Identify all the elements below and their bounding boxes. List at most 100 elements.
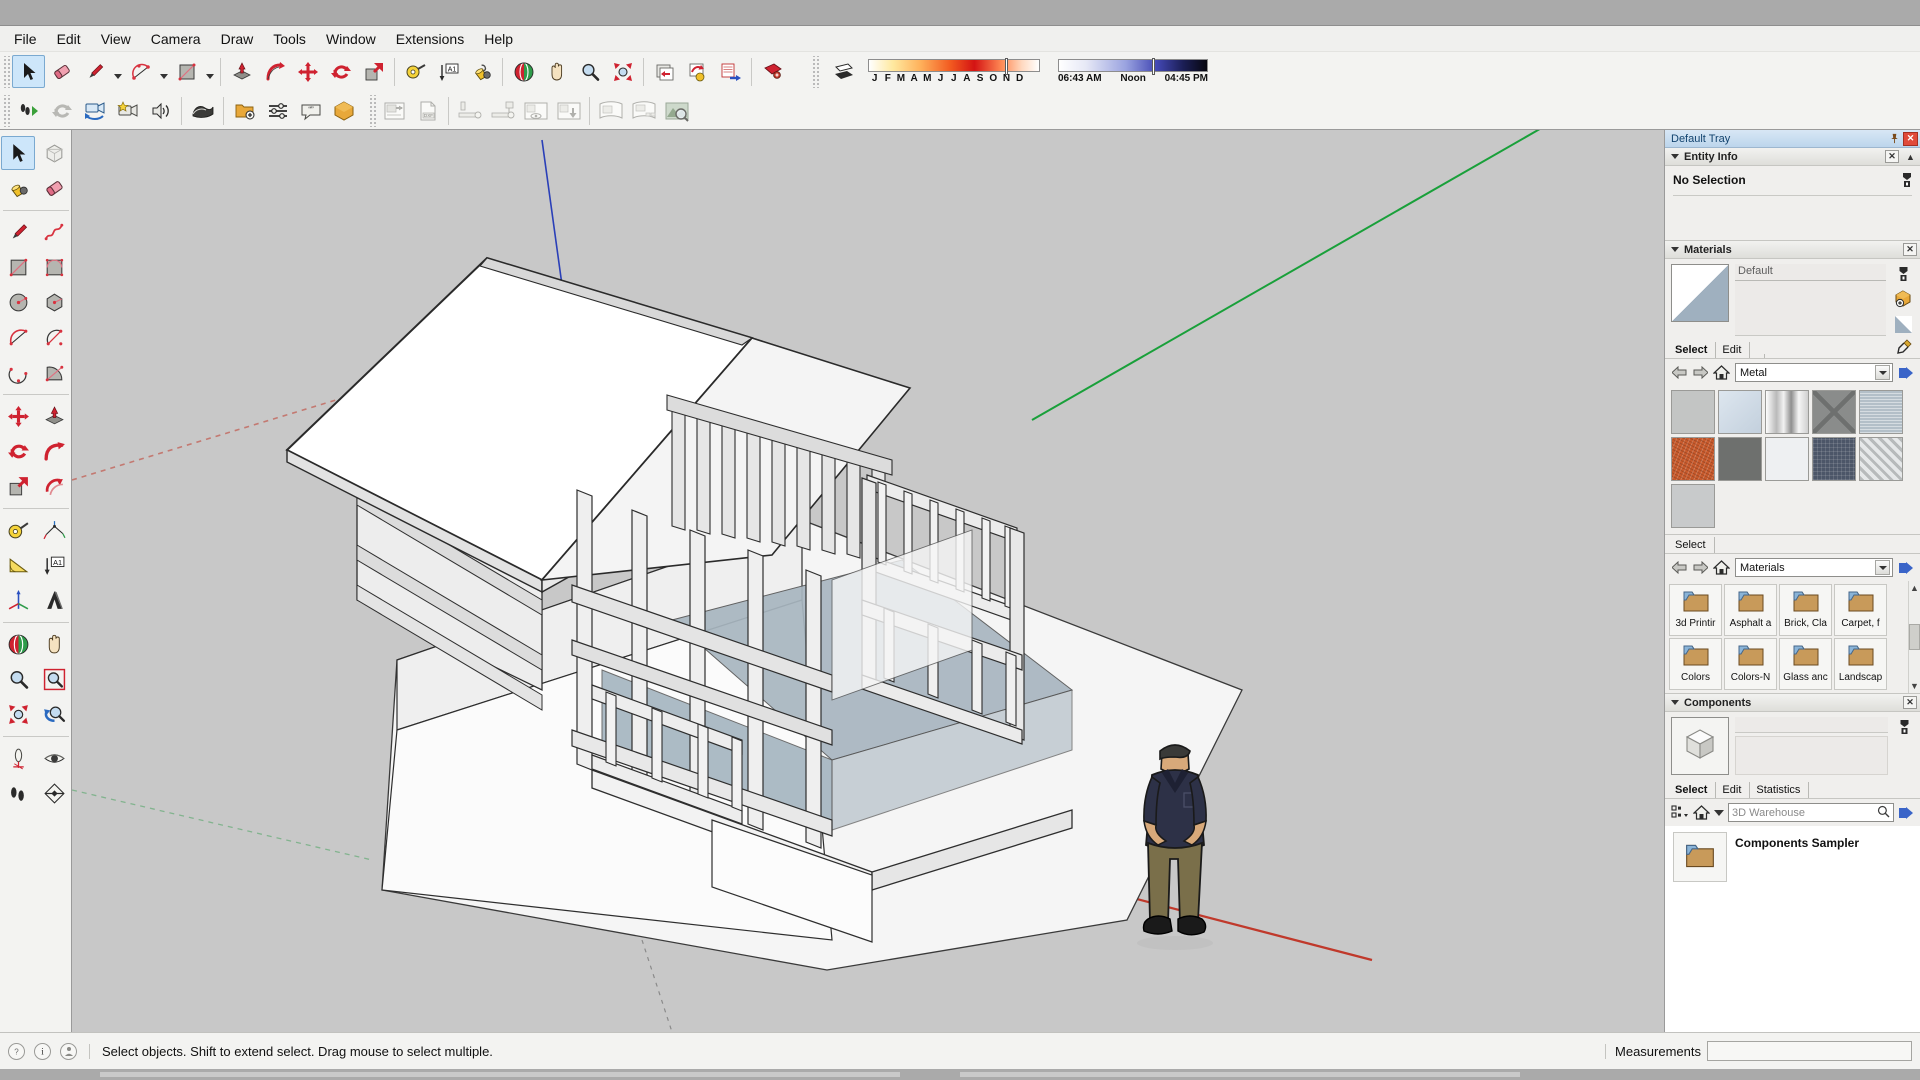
zoom-extents-tool[interactable] <box>1 697 35 731</box>
line-tool[interactable] <box>78 55 111 88</box>
dimension-tool[interactable] <box>37 513 71 547</box>
components-header[interactable]: Components ✕ <box>1665 694 1920 712</box>
send-to-layout[interactable] <box>378 94 411 127</box>
three-point-arc-tool[interactable] <box>1 355 35 389</box>
measurements-input[interactable] <box>1707 1041 1912 1061</box>
line-tool[interactable] <box>1 215 35 249</box>
section-plane-tool[interactable] <box>37 776 71 810</box>
walk-tool[interactable] <box>1 776 35 810</box>
layout-toolbar-grip[interactable] <box>368 94 376 127</box>
next-scene[interactable] <box>714 55 747 88</box>
offset-tool[interactable] <box>37 469 71 503</box>
folder-item[interactable]: Landscap <box>1834 638 1887 690</box>
orbit-tool[interactable] <box>1 627 35 661</box>
material-swatch[interactable] <box>1859 437 1903 481</box>
select-tool[interactable] <box>1 136 35 170</box>
account-icon[interactable] <box>60 1042 77 1060</box>
home-icon[interactable] <box>1693 804 1710 821</box>
triangle-down-icon[interactable] <box>1671 247 1679 252</box>
photo-inspect[interactable] <box>660 94 693 127</box>
arrow-details-icon[interactable] <box>1898 365 1914 381</box>
arc-tool[interactable] <box>124 55 157 88</box>
orbit-tool[interactable] <box>507 55 540 88</box>
material-swatch[interactable] <box>1765 390 1809 434</box>
rectangle-tool-caret[interactable] <box>203 55 216 88</box>
folder-item[interactable]: Brick, Cla <box>1779 584 1832 636</box>
chevron-up-icon[interactable]: ▲ <box>1910 583 1919 593</box>
shadowbar-grip[interactable] <box>811 55 819 88</box>
modeling-viewport[interactable] <box>72 130 1664 1032</box>
arrow-left-icon[interactable] <box>1671 365 1687 381</box>
time-slider-track[interactable] <box>1058 58 1208 75</box>
sync-button[interactable] <box>45 94 78 127</box>
shadow-month-slider[interactable]: J F M A M J J A S O N D <box>868 58 1040 84</box>
folder-scrollbar[interactable]: ▲ ▼ <box>1908 581 1920 693</box>
pin-icon[interactable] <box>1887 132 1902 146</box>
tab-edit[interactable]: Edit <box>1716 342 1751 358</box>
rotate-tool[interactable] <box>1 434 35 468</box>
component-display-icon[interactable] <box>1897 719 1912 738</box>
tab-statistics[interactable]: Statistics <box>1750 782 1810 798</box>
paint-bucket-tool[interactable] <box>465 55 498 88</box>
folder-item[interactable]: 3d Printir <box>1669 584 1722 636</box>
current-material-name[interactable]: Default <box>1735 264 1886 281</box>
toolbar-grip[interactable] <box>2 94 10 127</box>
close-icon[interactable]: ✕ <box>1903 696 1917 709</box>
component-folder-tile[interactable] <box>1673 832 1727 882</box>
material-swatch[interactable] <box>1859 390 1903 434</box>
search-icon[interactable] <box>1877 805 1890 821</box>
three-d-text-tool[interactable] <box>37 583 71 617</box>
model-scene[interactable] <box>72 130 1664 1032</box>
chevron-down-icon[interactable] <box>1714 809 1724 816</box>
followme-tool[interactable] <box>37 434 71 468</box>
menu-item-camera[interactable]: Camera <box>141 27 211 51</box>
freehand-tool[interactable] <box>37 215 71 249</box>
line-tool-caret[interactable] <box>111 55 124 88</box>
favorite-camera[interactable] <box>111 94 144 127</box>
material-swatch[interactable] <box>1718 437 1762 481</box>
dim-linear[interactable] <box>453 94 486 127</box>
arrow-right-icon[interactable] <box>1692 560 1708 576</box>
info-icon[interactable]: i <box>34 1042 51 1060</box>
chevron-down-icon[interactable]: ▼ <box>1910 681 1919 691</box>
polygon-tool[interactable] <box>37 285 71 319</box>
eraser-tool[interactable] <box>45 55 78 88</box>
make-component-tool[interactable] <box>37 136 71 170</box>
previous-view-tool[interactable] <box>37 697 71 731</box>
menu-item-help[interactable]: Help <box>474 27 523 51</box>
triangle-down-icon[interactable] <box>1671 154 1679 159</box>
shadow-time-slider[interactable]: 06:43 AM Noon 04:45 PM <box>1058 58 1208 84</box>
select-tool[interactable] <box>12 55 45 88</box>
pushpull-tool[interactable] <box>37 399 71 433</box>
text-tool[interactable]: A1 <box>432 55 465 88</box>
add-scene-camera[interactable] <box>78 94 111 127</box>
zoom-extents-tool[interactable] <box>606 55 639 88</box>
arrow-right-icon[interactable] <box>1692 365 1708 381</box>
home-icon[interactable] <box>1713 559 1730 576</box>
material-swatch[interactable] <box>1671 484 1715 528</box>
time-slider-thumb[interactable] <box>1152 58 1156 75</box>
position-camera-tool[interactable] <box>1 741 35 775</box>
walk-tool[interactable] <box>12 94 45 127</box>
material-swatch[interactable] <box>1671 390 1715 434</box>
component-name-field[interactable] <box>1735 717 1888 733</box>
close-icon[interactable]: ✕ <box>1903 131 1918 146</box>
rotated-rectangle-tool[interactable] <box>37 250 71 284</box>
arrow-details-icon[interactable] <box>1898 560 1914 576</box>
pushpull-tool[interactable] <box>225 55 258 88</box>
tab-select[interactable]: Select <box>1669 782 1717 798</box>
toolbar-grip[interactable] <box>2 55 10 88</box>
arc-tool-caret[interactable] <box>157 55 170 88</box>
folder-item[interactable]: Asphalt a <box>1724 584 1777 636</box>
view-download[interactable] <box>552 94 585 127</box>
folder-item[interactable]: Glass anc <box>1779 638 1832 690</box>
component-preview[interactable] <box>1671 717 1729 775</box>
menu-item-file[interactable]: File <box>4 27 47 51</box>
arrow-details-icon[interactable] <box>1898 805 1914 821</box>
menu-item-tools[interactable]: Tools <box>263 27 316 51</box>
entity-toggle-icon[interactable] <box>1900 172 1914 188</box>
zoom-window-tool[interactable] <box>37 662 71 696</box>
view-options-icon[interactable] <box>1671 804 1689 822</box>
triangle-down-icon[interactable] <box>1671 700 1679 705</box>
move-tool[interactable] <box>1 399 35 433</box>
